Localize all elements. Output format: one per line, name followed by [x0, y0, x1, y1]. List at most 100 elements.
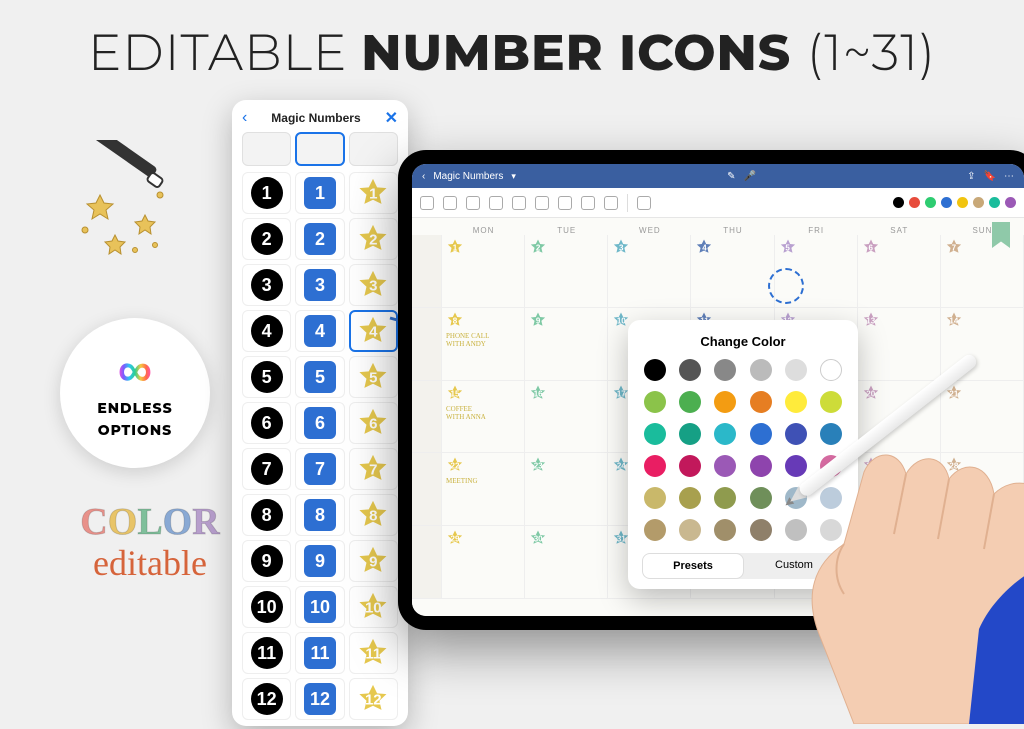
calendar-cell[interactable]: 30 — [525, 526, 608, 599]
day-star-icon[interactable]: 7 — [945, 238, 963, 258]
panel-thumb-squares[interactable] — [295, 132, 346, 166]
toolbar-color-swatch[interactable] — [893, 197, 904, 208]
sticker-circle-11[interactable]: 11 — [242, 632, 291, 674]
panel-thumb-stars[interactable] — [349, 132, 398, 166]
sticker-star-9[interactable]: 9 — [349, 540, 398, 582]
sticker-circle-4[interactable]: 4 — [242, 310, 291, 352]
sticker-square-7[interactable]: 7 — [295, 448, 344, 490]
color-swatch[interactable] — [644, 423, 666, 445]
sticker-star-4[interactable]: 4 — [349, 310, 398, 352]
sticker-square-4[interactable]: 4 — [295, 310, 344, 352]
day-star-icon[interactable]: 16 — [529, 384, 547, 404]
toolbar-color-swatch[interactable] — [1005, 197, 1016, 208]
color-swatch[interactable] — [644, 487, 666, 509]
toolbar-color-swatch[interactable] — [925, 197, 936, 208]
day-star-icon[interactable]: 22 — [446, 456, 464, 476]
calendar-cell[interactable]: 9 — [525, 308, 608, 381]
color-swatch[interactable] — [644, 455, 666, 477]
sticker-circle-7[interactable]: 7 — [242, 448, 291, 490]
sticker-circle-5[interactable]: 5 — [242, 356, 291, 398]
sticker-circle-2[interactable]: 2 — [242, 218, 291, 260]
sticker-star-8[interactable]: 8 — [349, 494, 398, 536]
sticker-square-11[interactable]: 11 — [295, 632, 344, 674]
toolbar-color-swatch[interactable] — [973, 197, 984, 208]
calendar-cell[interactable]: 22MEETING — [442, 453, 525, 526]
toolbar-color-swatch[interactable] — [989, 197, 1000, 208]
tool-stroke-icon[interactable] — [637, 196, 651, 210]
day-star-icon[interactable]: 8 — [446, 311, 464, 331]
back-icon[interactable]: ‹ — [422, 171, 425, 182]
toolbar-color-swatch[interactable] — [957, 197, 968, 208]
sticker-circle-8[interactable]: 8 — [242, 494, 291, 536]
tool-lasso-icon[interactable] — [512, 196, 526, 210]
sticker-star-2[interactable]: 2 — [349, 218, 398, 260]
day-star-icon[interactable]: 3 — [612, 238, 630, 258]
sticker-circle-3[interactable]: 3 — [242, 264, 291, 306]
sticker-star-10[interactable]: 10 — [349, 586, 398, 628]
sticker-circle-12[interactable]: 12 — [242, 678, 291, 720]
toolbar-color-swatch[interactable] — [941, 197, 952, 208]
toolbar-color-swatch[interactable] — [909, 197, 920, 208]
calendar-cell[interactable]: 7 — [941, 235, 1024, 308]
more-icon[interactable]: ⋯ — [1004, 171, 1014, 182]
panel-close-button[interactable]: ✕ — [385, 108, 398, 128]
panel-back-button[interactable]: ‹ — [242, 109, 247, 127]
day-star-icon[interactable]: 29 — [446, 529, 464, 549]
day-star-icon[interactable]: 30 — [529, 529, 547, 549]
mic-icon[interactable]: 🎤 — [744, 171, 756, 182]
sticker-circle-1[interactable]: 1 — [242, 172, 291, 214]
sticker-circle-10[interactable]: 10 — [242, 586, 291, 628]
panel-thumb-circles[interactable] — [242, 132, 291, 166]
day-star-icon[interactable]: 5 — [779, 238, 797, 258]
sticker-star-12[interactable]: 12 — [349, 678, 398, 720]
color-swatch[interactable] — [644, 519, 666, 541]
share-icon[interactable]: ⇪ — [967, 171, 975, 182]
sticker-square-10[interactable]: 10 — [295, 586, 344, 628]
calendar-cell[interactable]: 29 — [442, 526, 525, 599]
sticker-star-1[interactable]: 1 — [349, 172, 398, 214]
panel-set-thumbnails[interactable] — [242, 132, 398, 166]
calendar-cell[interactable]: 1 — [442, 235, 525, 308]
sticker-star-6[interactable]: 6 — [349, 402, 398, 444]
tool-link-icon[interactable] — [581, 196, 595, 210]
calendar-cell[interactable]: 3 — [608, 235, 691, 308]
sticker-square-9[interactable]: 9 — [295, 540, 344, 582]
calendar-cell[interactable]: 16 — [525, 381, 608, 454]
sticker-square-6[interactable]: 6 — [295, 402, 344, 444]
tool-image-icon[interactable] — [558, 196, 572, 210]
day-star-icon[interactable]: 1 — [446, 238, 464, 258]
sticker-star-11[interactable]: 11 — [349, 632, 398, 674]
calendar-cell[interactable]: 2 — [525, 235, 608, 308]
sticker-square-12[interactable]: 12 — [295, 678, 344, 720]
sticker-star-7[interactable]: 7 — [349, 448, 398, 490]
sticker-square-2[interactable]: 2 — [295, 218, 344, 260]
day-star-icon[interactable]: 4 — [695, 238, 713, 258]
calendar-cell[interactable]: 15COFFEEWITH ANNA — [442, 381, 525, 454]
toolbar-color-swatches[interactable] — [893, 197, 1016, 208]
document-name[interactable]: Magic Numbers — [433, 171, 503, 182]
sticker-square-5[interactable]: 5 — [295, 356, 344, 398]
sticker-square-8[interactable]: 8 — [295, 494, 344, 536]
dropdown-icon[interactable]: ▾ — [511, 171, 516, 182]
day-star-icon[interactable]: 2 — [529, 238, 547, 258]
tool-eraser-icon[interactable] — [443, 196, 457, 210]
tool-pen-icon[interactable] — [420, 196, 434, 210]
day-star-icon[interactable]: 15 — [446, 384, 464, 404]
tool-shape-icon[interactable] — [489, 196, 503, 210]
day-star-icon[interactable]: 6 — [862, 238, 880, 258]
sticker-circle-9[interactable]: 9 — [242, 540, 291, 582]
sticker-square-1[interactable]: 1 — [295, 172, 344, 214]
pen-mode-icon[interactable]: ✎ — [727, 171, 735, 182]
tool-highlighter-icon[interactable] — [466, 196, 480, 210]
sticker-panel[interactable]: ‹ Magic Numbers ✕ 1112223334445556667778… — [232, 100, 408, 726]
sticker-circle-6[interactable]: 6 — [242, 402, 291, 444]
sticker-star-3[interactable]: 3 — [349, 264, 398, 306]
calendar-cell[interactable]: 4 — [691, 235, 774, 308]
tool-clip-icon[interactable] — [604, 196, 618, 210]
day-star-icon[interactable]: 23 — [529, 456, 547, 476]
tool-text-icon[interactable] — [535, 196, 549, 210]
bookmark-icon[interactable]: 🔖 — [984, 171, 996, 182]
day-star-icon[interactable]: 9 — [529, 311, 547, 331]
sticker-square-3[interactable]: 3 — [295, 264, 344, 306]
calendar-cell[interactable]: 8PHONE CALLWITH ANDY — [442, 308, 525, 381]
